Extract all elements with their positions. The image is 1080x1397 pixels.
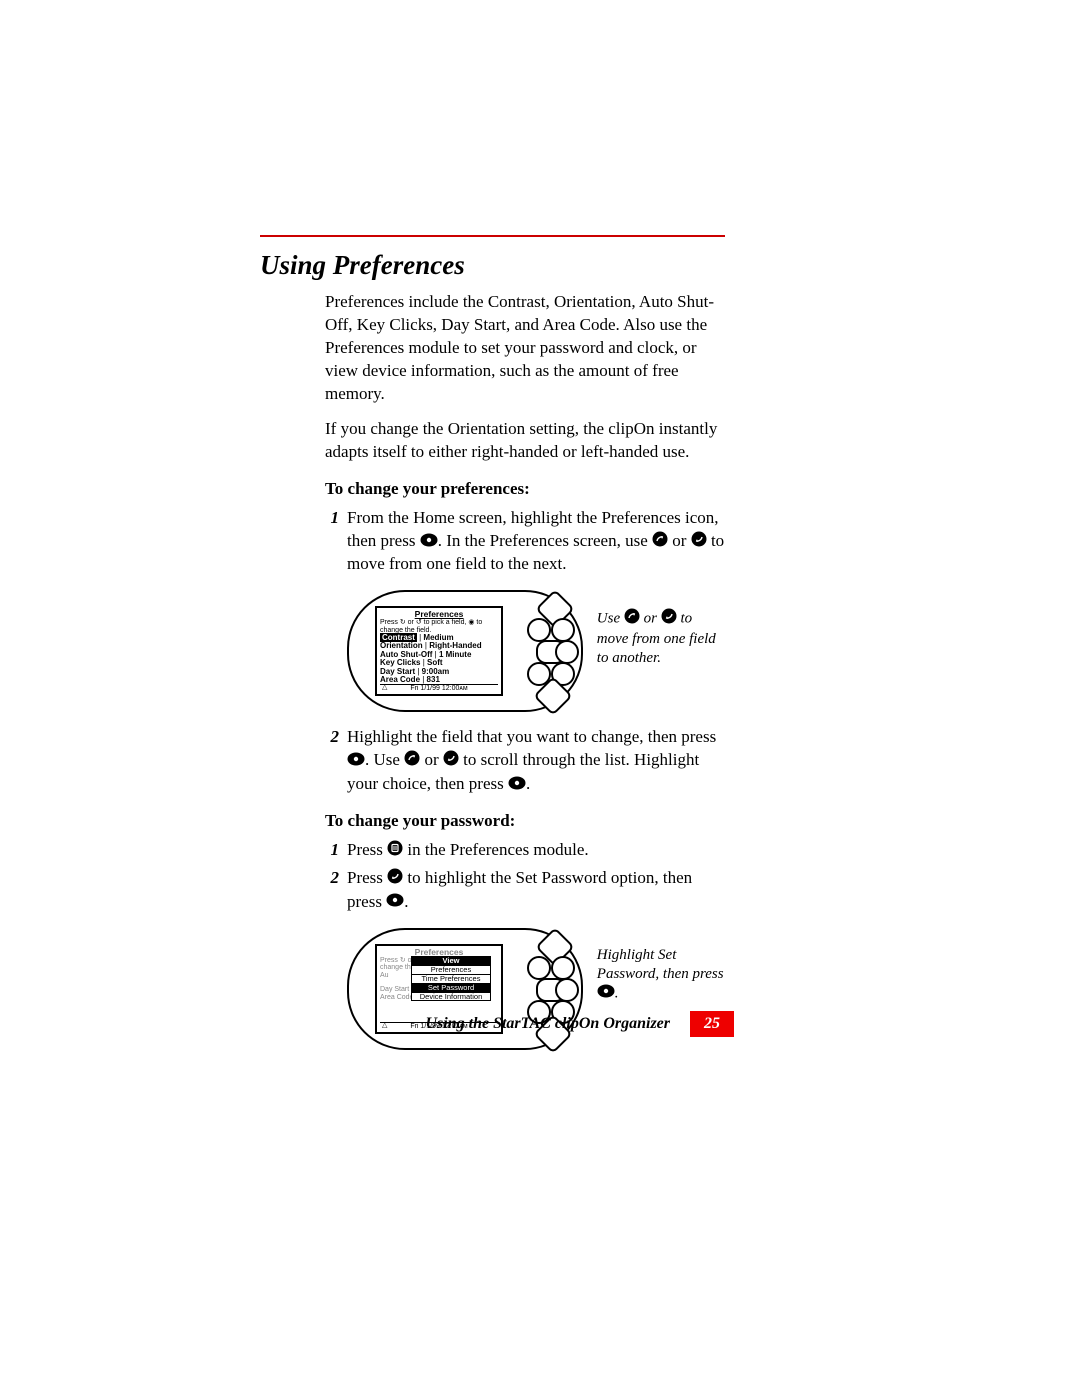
scroll-down-icon xyxy=(387,868,403,891)
intro-paragraph-1: Preferences include the Contrast, Orient… xyxy=(325,291,725,406)
scroll-down-button-icon xyxy=(555,640,579,664)
scroll-up-icon xyxy=(652,531,668,554)
scroll-down-icon xyxy=(443,750,459,773)
device-illustration: Preferences Press ↻ or ↺ to pick a field… xyxy=(347,590,583,712)
select-icon xyxy=(508,774,526,797)
menu-icon xyxy=(387,840,403,863)
step-2-change-prefs: 2 Highlight the field that you want to c… xyxy=(325,726,725,796)
page-number-badge: 25 xyxy=(690,1011,734,1037)
figure-caption: Use or to move from one field to another… xyxy=(597,608,725,667)
scroll-down-icon xyxy=(691,531,707,554)
menu-button-icon xyxy=(527,618,551,642)
step-number: 2 xyxy=(325,867,339,914)
step-number: 2 xyxy=(325,726,339,796)
step-number: 1 xyxy=(325,507,339,576)
menu-button-icon xyxy=(527,956,551,980)
step-number: 1 xyxy=(325,839,339,863)
step-text: . xyxy=(526,774,530,793)
select-icon xyxy=(386,891,404,914)
section-rule xyxy=(260,235,725,237)
select-icon xyxy=(420,531,438,554)
scroll-down-button-icon xyxy=(555,978,579,1002)
step-text: Press xyxy=(347,868,387,887)
step-text: Highlight the field that you want to cha… xyxy=(347,727,716,746)
step-text: . xyxy=(404,892,408,911)
step-text: . Use xyxy=(365,750,404,769)
step-2-change-password: 2 Press to highlight the Set Password op… xyxy=(325,867,725,914)
figure-caption: Highlight Set Password, then press . xyxy=(597,946,725,1003)
step-text: or xyxy=(420,750,443,769)
step-1-change-prefs: 1 From the Home screen, highlight the Pr… xyxy=(325,507,725,576)
figure-preferences-screen: Preferences Press ↻ or ↺ to pick a field… xyxy=(347,590,725,712)
subhead-change-password: To change your password: xyxy=(325,810,725,833)
device-buttons xyxy=(511,598,573,704)
scroll-up-icon xyxy=(404,750,420,773)
step-text: . In the Preferences screen, use xyxy=(438,531,652,550)
menu-item: Device Information xyxy=(412,993,490,1001)
select-icon xyxy=(597,984,615,1004)
device-screen: Preferences Press ↻ or ↺ to pick a field… xyxy=(375,606,503,696)
scroll-up-button-icon xyxy=(551,956,575,980)
screen-hint: Press ↻ or ↺ to pick a field, ◉ to chang… xyxy=(380,619,498,634)
page-footer: Using the StarTAC clipOn Organizer 25 xyxy=(0,1011,1080,1037)
screen-title: Preferences xyxy=(380,610,498,619)
scroll-up-button-icon xyxy=(551,618,575,642)
step-text: in the Preferences module. xyxy=(403,840,589,859)
step-text: Press xyxy=(347,840,387,859)
footer-chapter-title: Using the StarTAC clipOn Organizer xyxy=(426,1013,691,1035)
subhead-change-preferences: To change your preferences: xyxy=(325,478,725,501)
screen-status: △Fri 1/1/99 12:00ᴀᴍ xyxy=(380,684,498,692)
scroll-up-icon xyxy=(624,608,640,630)
scroll-down-icon xyxy=(661,608,677,630)
intro-paragraph-2: If you change the Orientation setting, t… xyxy=(325,418,725,464)
section-title: Using Preferences xyxy=(260,247,820,283)
step-text: or xyxy=(668,531,691,550)
step-1-change-password: 1 Press in the Preferences module. xyxy=(325,839,725,863)
screen-menu: View PreferencesTime PreferencesSet Pass… xyxy=(411,956,491,1001)
select-icon xyxy=(347,750,365,773)
